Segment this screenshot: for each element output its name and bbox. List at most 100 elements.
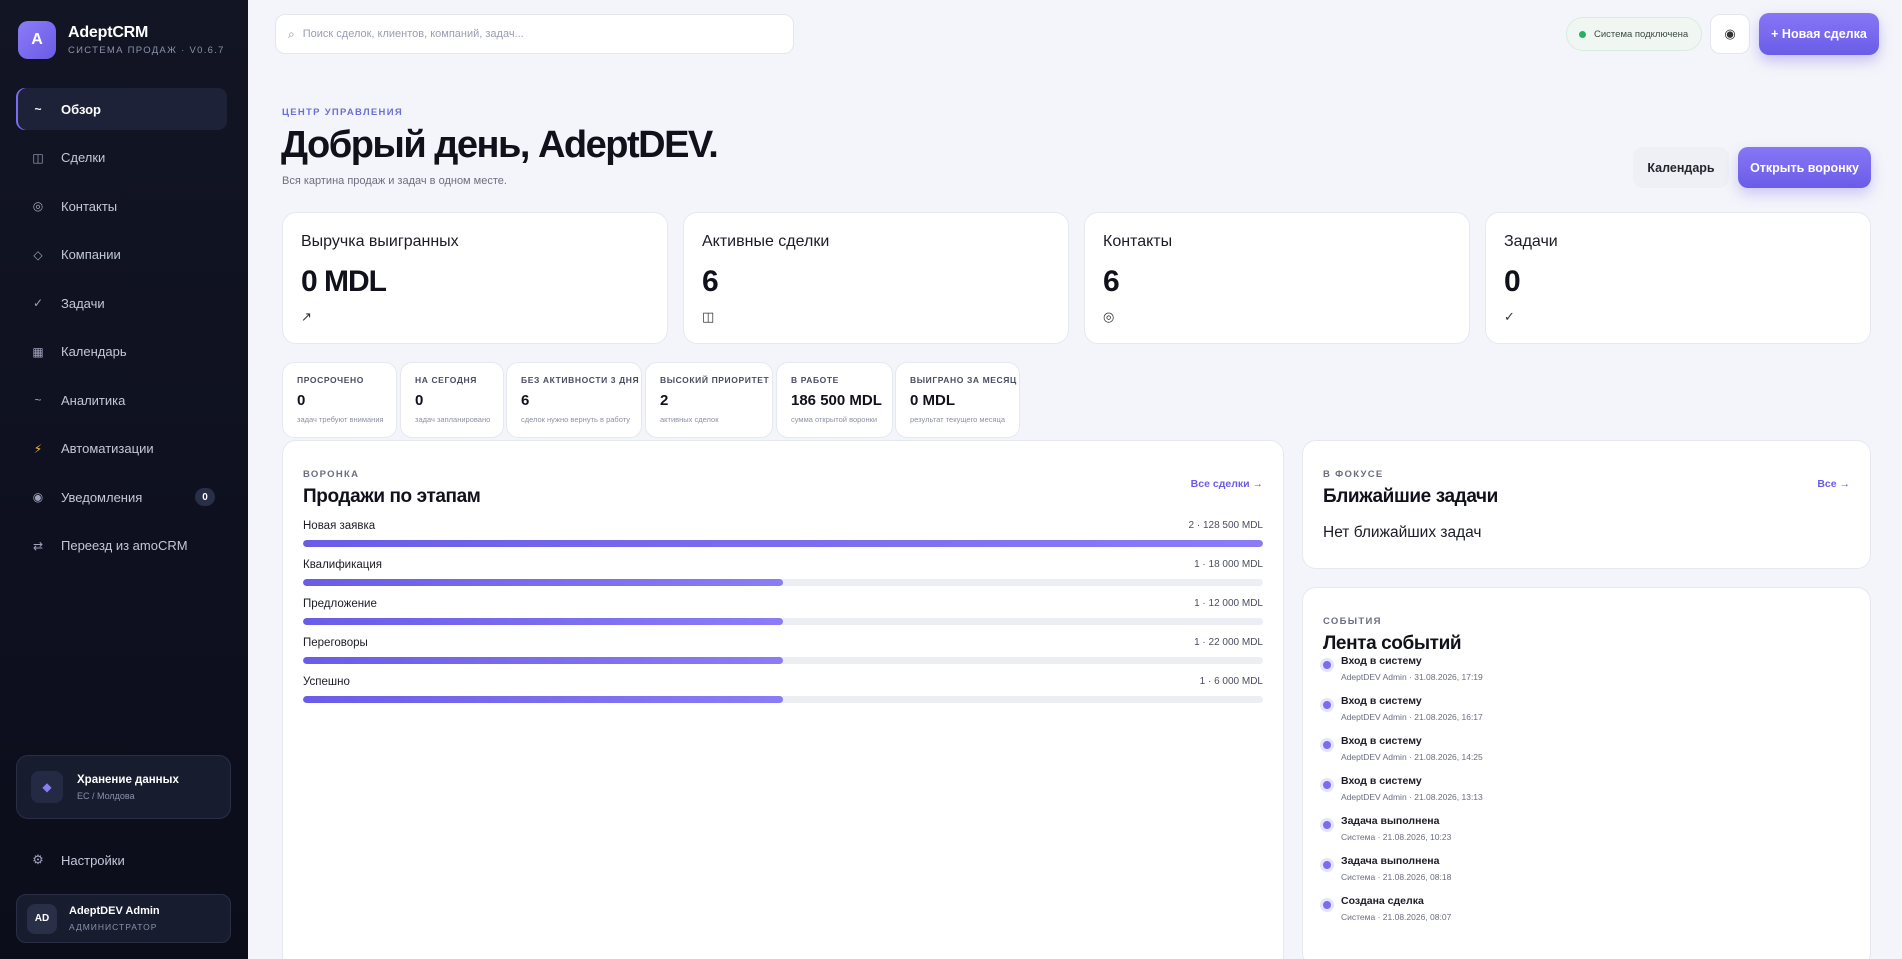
stage-progress-fill (303, 657, 783, 664)
search-box[interactable]: ⌕ (275, 14, 794, 54)
stage-meta: 1 · 22 000 MDL (1194, 637, 1263, 648)
sidebar-item-tasks[interactable]: ✓ Задачи (16, 282, 227, 324)
brand-subtitle: СИСТЕМА ПРОДАЖ · V0.6.7 (68, 45, 225, 56)
trend-up-icon: ↗ (301, 309, 312, 324)
transfer-icon: ⇄ (32, 538, 44, 553)
event-title: Вход в систему (1341, 735, 1422, 747)
stage-meta: 1 · 6 000 MDL (1199, 676, 1263, 687)
storage-card[interactable]: ◆ Хранение данных ЕС / Молдова (16, 755, 231, 819)
stat-value: 0 MDL (910, 392, 955, 409)
event-dot-icon (1323, 701, 1331, 709)
sidebar-item-notifications[interactable]: ◉ Уведомления 0 (16, 476, 227, 518)
user-role: АДМИНИСТРАТОР (69, 922, 158, 932)
sidebar-item-settings[interactable]: ⚙ Настройки (30, 852, 125, 868)
brand-name: AdeptCRM (68, 24, 149, 41)
kpi-card-tasks[interactable]: Задачи 0 ✓ (1485, 212, 1871, 344)
stat-caption: результат текущего месяца (910, 415, 1006, 424)
event-item[interactable]: Задача выполнена Система · 21.08.2026, 10… (1323, 815, 1850, 855)
calendar-button[interactable]: Календарь (1633, 147, 1729, 188)
events-eyebrow: СОБЫТИЯ (1323, 616, 1382, 627)
sidebar-item-label: Уведомления (61, 489, 143, 505)
stat-overdue[interactable]: ПРОСРОЧЕНО 0 задач требуют внимания (282, 362, 397, 438)
sidebar-item-deals[interactable]: ◫ Сделки (16, 137, 227, 179)
stat-inactive[interactable]: БЕЗ АКТИВНОСТИ 3 ДНЯ 6 сделок нужно верн… (506, 362, 642, 438)
sidebar-item-label: Компании (61, 247, 121, 262)
funnel-stage[interactable]: Успешно 1 · 6 000 MDL (303, 676, 1263, 703)
event-title: Вход в систему (1341, 775, 1422, 787)
sidebar-item-label: Календарь (61, 344, 127, 359)
stage-progress-fill (303, 618, 783, 625)
sidebar-item-label: Переезд из amoCRM (61, 538, 188, 553)
stage-progress-track (303, 618, 1263, 625)
kpi-card-revenue[interactable]: Выручка выигранных 0 MDL ↗ (282, 212, 668, 344)
stage-progress-track (303, 657, 1263, 664)
sidebar-item-analytics[interactable]: ~ Аналитика (16, 379, 227, 421)
stage-progress-fill (303, 579, 783, 586)
stat-value: 186 500 MDL (791, 392, 882, 409)
kpi-card-contacts[interactable]: Контакты 6 ◎ (1084, 212, 1470, 344)
theme-icon: ◉ (1724, 26, 1736, 41)
funnel-stage[interactable]: Квалификация 1 · 18 000 MDL (303, 559, 1263, 586)
stat-caption: задач требуют внимания (297, 415, 384, 424)
check-icon: ✓ (1504, 309, 1515, 324)
sidebar-item-overview[interactable]: ~ Обзор (16, 88, 227, 130)
stat-value: 0 (415, 392, 424, 409)
stage-progress-track (303, 696, 1263, 703)
stage-meta: 2 · 128 500 MDL (1188, 520, 1264, 531)
kpi-label: Активные сделки (702, 233, 830, 250)
stat-high-priority[interactable]: ВЫСОКИЙ ПРИОРИТЕТ 2 активных сделок (645, 362, 773, 438)
stat-caption: активных сделок (660, 415, 719, 424)
event-title: Задача выполнена (1341, 815, 1440, 827)
stat-label: БЕЗ АКТИВНОСТИ 3 ДНЯ (521, 375, 640, 385)
event-item[interactable]: Создана сделка Система · 21.08.2026, 08:0… (1323, 895, 1850, 935)
tasks-eyebrow: В ФОКУСЕ (1323, 469, 1384, 480)
event-dot-icon (1323, 861, 1331, 869)
kpi-value: 0 (1504, 265, 1521, 298)
sidebar-item-label: Сделки (61, 150, 106, 165)
stat-label: НА СЕГОДНЯ (415, 375, 477, 385)
tasks-empty-text: Нет ближайших задач (1323, 524, 1482, 541)
sidebar-item-label: Задачи (61, 295, 105, 311)
funnel-title: Продажи по этапам (303, 486, 481, 507)
sidebar-item-calendar[interactable]: ▦ Календарь (16, 331, 227, 373)
stat-label: ПРОСРОЧЕНО (297, 375, 364, 385)
event-item[interactable]: Вход в систему AdeptDEV Admin · 21.08.202… (1323, 775, 1850, 815)
new-deal-button[interactable]: + Новая сделка (1759, 13, 1879, 55)
status-text: Система подключена (1594, 28, 1689, 40)
funnel-stage[interactable]: Предложение 1 · 12 000 MDL (303, 598, 1263, 625)
event-item[interactable]: Вход в систему AdeptDEV Admin · 21.08.202… (1323, 695, 1850, 735)
event-meta: AdeptDEV Admin · 21.08.2026, 14:25 (1341, 752, 1483, 762)
brand[interactable]: A AdeptCRM СИСТЕМА ПРОДАЖ · V0.6.7 (18, 21, 225, 59)
stat-value: 2 (660, 392, 669, 409)
event-item[interactable]: Вход в систему AdeptDEV Admin · 21.08.202… (1323, 735, 1850, 775)
funnel-stage[interactable]: Переговоры 1 · 22 000 MDL (303, 637, 1263, 664)
event-meta: AdeptDEV Admin · 21.08.2026, 13:13 (1341, 792, 1483, 802)
all-tasks-link[interactable]: Все → (1817, 478, 1850, 490)
search-input[interactable] (302, 28, 763, 40)
kpi-card-active-deals[interactable]: Активные сделки 6 ◫ (683, 212, 1069, 344)
kpi-value: 6 (702, 265, 719, 298)
event-dot-icon (1323, 781, 1331, 789)
sidebar-item-automations[interactable]: ⚡ Автоматизации (16, 428, 227, 470)
event-meta: Система · 21.08.2026, 10:23 (1341, 832, 1452, 842)
stage-name: Переговоры (303, 637, 368, 649)
stat-label: В РАБОТЕ (791, 375, 839, 385)
stage-name: Предложение (303, 598, 377, 610)
sidebar-item-companies[interactable]: ◇ Компании (16, 234, 227, 276)
open-funnel-button[interactable]: Открыть воронку (1738, 147, 1871, 188)
user-card[interactable]: AD AdeptDEV Admin АДМИНИСТРАТОР (16, 894, 231, 943)
stat-today[interactable]: НА СЕГОДНЯ 0 задач запланировано (400, 362, 504, 438)
gear-icon: ⚙ (32, 852, 44, 867)
stat-in-progress[interactable]: В РАБОТЕ 186 500 MDL сумма открытой воро… (776, 362, 893, 438)
all-deals-link[interactable]: Все сделки → (1191, 478, 1263, 490)
sidebar-item-contacts[interactable]: ◎ Контакты (16, 185, 227, 227)
tasks-icon: ✓ (32, 296, 44, 310)
event-item[interactable]: Задача выполнена Система · 21.08.2026, 08… (1323, 855, 1850, 895)
sidebar-item-migration[interactable]: ⇄ Переезд из amoCRM (16, 525, 227, 567)
theme-toggle-button[interactable]: ◉ (1710, 14, 1750, 54)
event-item[interactable]: Вход в систему AdeptDEV Admin · 31.08.202… (1323, 655, 1850, 695)
funnel-stage[interactable]: Новая заявка 2 · 128 500 MDL (303, 520, 1263, 547)
search-icon: ⌕ (288, 26, 295, 41)
event-meta: AdeptDEV Admin · 31.08.2026, 17:19 (1341, 672, 1483, 682)
stat-won-month[interactable]: ВЫИГРАНО ЗА МЕСЯЦ 0 MDL результат текуще… (895, 362, 1020, 438)
